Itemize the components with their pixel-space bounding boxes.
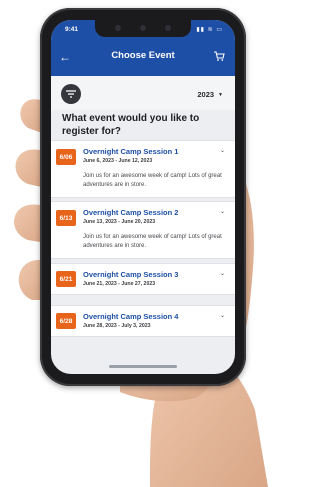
event-dates: June 13, 2023 - June 20, 2023 xyxy=(83,219,156,225)
page-question: What event would you like to register fo… xyxy=(62,113,200,137)
event-card[interactable]: 6/13 Overnight Camp Session 2 June 13, 2… xyxy=(51,201,235,259)
filter-bar: 2023 ▼ xyxy=(51,76,235,110)
camera-dot xyxy=(140,25,146,31)
year-select[interactable]: 2023 ▼ xyxy=(197,90,223,99)
event-dates: June 6, 2023 - June 12, 2023 xyxy=(83,158,153,164)
app-screen: 9:41 ▮▮ ≋ ▭ ← Choose Event 2023 ▼ What ev… xyxy=(51,20,235,374)
event-dates: June 21, 2023 - June 27, 2023 xyxy=(83,281,156,287)
date-badge: 6/21 xyxy=(56,271,76,287)
caret-down-icon: ▼ xyxy=(218,92,223,98)
status-time: 9:41 xyxy=(65,26,79,33)
event-title: Overnight Camp Session 2 xyxy=(83,208,179,217)
filter-icon[interactable] xyxy=(61,84,81,104)
event-title: Overnight Camp Session 1 xyxy=(83,147,179,156)
phone-frame: 9:41 ▮▮ ≋ ▭ ← Choose Event 2023 ▼ What ev… xyxy=(40,8,246,386)
event-card[interactable]: 6/06 Overnight Camp Session 1 June 6, 20… xyxy=(51,140,235,198)
event-card[interactable]: 6/28 Overnight Camp Session 4 June 28, 2… xyxy=(51,305,235,337)
status-icons: ▮▮ ≋ ▭ xyxy=(196,27,223,33)
event-title: Overnight Camp Session 4 xyxy=(83,312,179,321)
chevron-down-icon[interactable]: ⌄ xyxy=(220,312,225,319)
event-description: Join us for an awesome week of camp! Lot… xyxy=(83,234,222,249)
event-card[interactable]: 6/21 Overnight Camp Session 3 June 21, 2… xyxy=(51,263,235,295)
event-dates: June 28, 2023 - July 3, 2023 xyxy=(83,323,151,329)
date-badge: 6/13 xyxy=(56,210,76,226)
home-indicator xyxy=(109,365,177,368)
cart-icon[interactable] xyxy=(213,50,225,62)
chevron-down-icon[interactable]: ⌄ xyxy=(220,208,225,215)
date-badge: 6/06 xyxy=(56,149,76,165)
chevron-down-icon[interactable]: ⌄ xyxy=(220,270,225,277)
event-description: Join us for an awesome week of camp! Lot… xyxy=(83,173,222,188)
year-value: 2023 xyxy=(197,90,215,99)
sensor-dot xyxy=(165,25,171,31)
page-title: Choose Event xyxy=(111,50,175,61)
sensor-dot xyxy=(115,25,121,31)
chevron-down-icon[interactable]: ⌄ xyxy=(220,147,225,154)
phone-notch xyxy=(95,20,191,37)
date-badge: 6/28 xyxy=(56,313,76,329)
event-title: Overnight Camp Session 3 xyxy=(83,270,179,279)
